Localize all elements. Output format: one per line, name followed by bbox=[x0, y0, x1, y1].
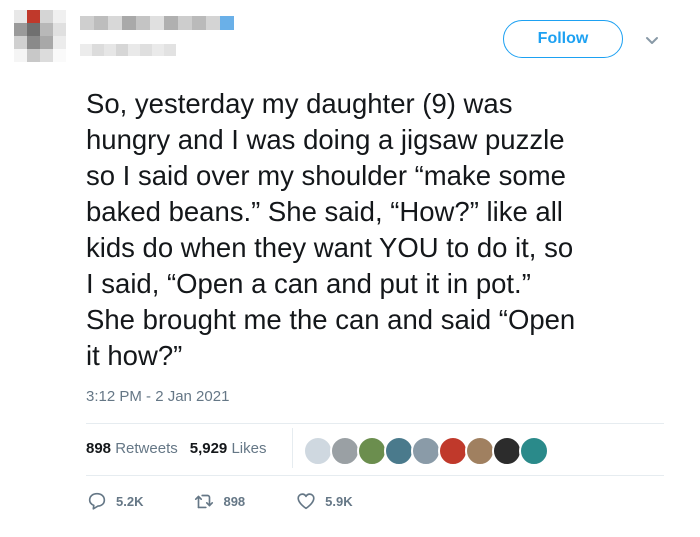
liker-avatar[interactable] bbox=[357, 436, 387, 466]
likes-label: Likes bbox=[231, 440, 267, 457]
liker-avatar[interactable] bbox=[330, 436, 360, 466]
heart-icon bbox=[297, 493, 315, 510]
retweets-count: 898 bbox=[86, 440, 112, 457]
handle-redacted bbox=[80, 44, 176, 56]
liker-avatar[interactable] bbox=[411, 436, 441, 466]
liker-avatars bbox=[303, 436, 549, 466]
retweet-icon bbox=[195, 494, 214, 509]
tweet-text: So, yesterday my daughter (9) was hungry… bbox=[86, 88, 576, 371]
chevron-down-icon[interactable] bbox=[642, 30, 662, 50]
reply-button[interactable]: 5.2K bbox=[86, 490, 143, 512]
display-name-redacted[interactable] bbox=[80, 16, 234, 30]
liker-avatar[interactable] bbox=[519, 436, 549, 466]
engagement-stats: 898 Retweets 5,929 Likes bbox=[86, 440, 266, 457]
likes-stat[interactable]: 5,929 Likes bbox=[190, 440, 267, 457]
likes-count: 5,929 bbox=[189, 440, 228, 457]
retweet-button[interactable]: 898 bbox=[193, 490, 245, 512]
like-button[interactable]: 5.9K bbox=[295, 490, 353, 512]
divider bbox=[86, 475, 664, 476]
liker-avatar[interactable] bbox=[303, 436, 333, 466]
retweets-stat[interactable]: 898 Retweets bbox=[86, 440, 178, 457]
retweets-label: Retweets bbox=[115, 440, 178, 457]
tweet-actions: 5.2K 898 5.9K bbox=[86, 490, 403, 512]
liker-avatar[interactable] bbox=[492, 436, 522, 466]
avatar[interactable] bbox=[14, 10, 66, 62]
like-count: 5.9K bbox=[325, 493, 353, 509]
reply-icon bbox=[88, 492, 106, 510]
divider bbox=[86, 423, 664, 424]
retweet-count: 898 bbox=[223, 493, 246, 509]
reply-count: 5.2K bbox=[116, 493, 144, 509]
tweet-timestamp[interactable]: 3:12 PM - 2 Jan 2021 bbox=[86, 388, 229, 405]
liker-avatar[interactable] bbox=[465, 436, 495, 466]
follow-button[interactable]: Follow bbox=[503, 20, 623, 58]
liker-avatar[interactable] bbox=[438, 436, 468, 466]
liker-avatar[interactable] bbox=[384, 436, 414, 466]
stats-separator bbox=[292, 428, 293, 468]
